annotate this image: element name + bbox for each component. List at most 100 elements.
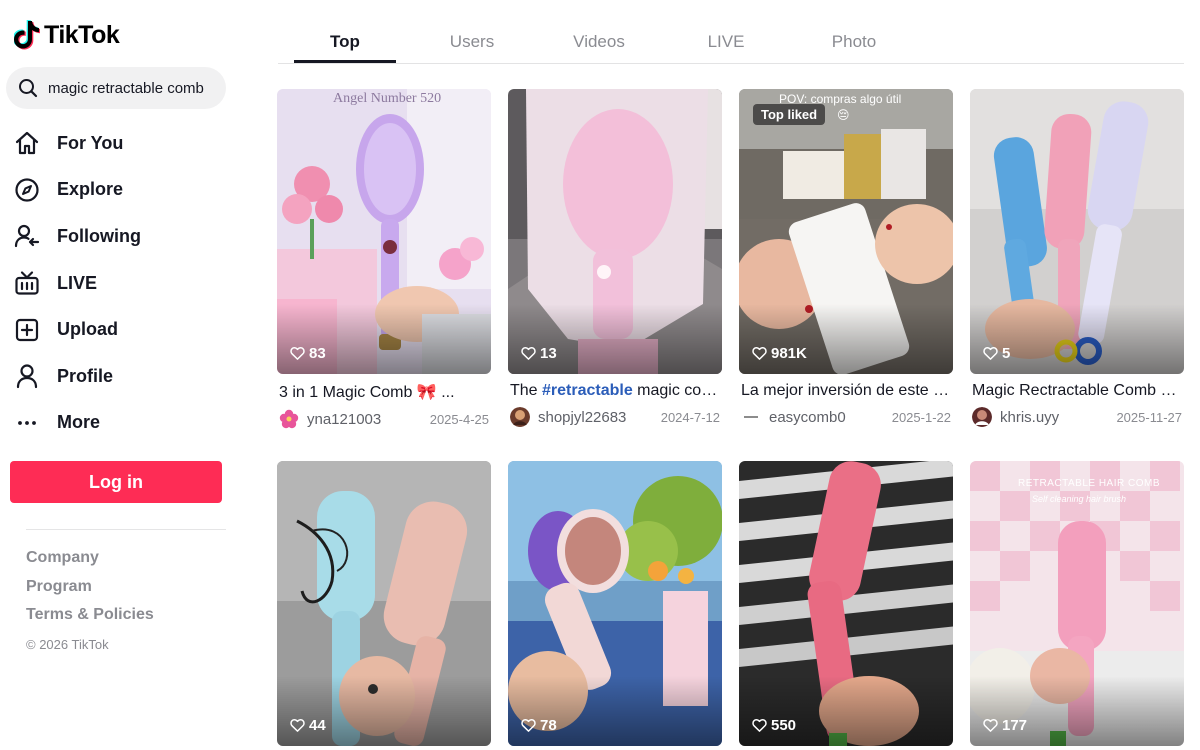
search-result-tabs: Top Users Videos LIVE Photo — [278, 0, 1184, 64]
like-count: 5 — [983, 345, 1010, 362]
heart-icon — [521, 719, 536, 732]
thumbnail-gradient — [277, 304, 491, 374]
tab-top[interactable]: Top — [330, 32, 360, 52]
nav-label: More — [57, 412, 101, 433]
nav-item-live[interactable]: LIVE — [14, 260, 234, 307]
heart-icon — [752, 719, 767, 732]
video-thumbnail[interactable]: 550 — [739, 461, 953, 746]
profile-icon — [14, 363, 40, 389]
video-card[interactable]: 78 — [508, 461, 722, 746]
author-avatar[interactable] — [741, 407, 761, 427]
video-caption[interactable]: La mejor inversión de este año... — [739, 382, 951, 400]
tab-videos[interactable]: Videos — [573, 32, 625, 52]
video-card[interactable]: 44 — [277, 461, 491, 746]
video-card[interactable]: Angel Number 520 83 3 in 1 Magic Comb 🎀 … — [277, 89, 491, 429]
video-caption[interactable]: 3 in 1 Magic Comb 🎀 ... — [277, 382, 489, 402]
caption-hashtag[interactable]: #retractable — [542, 382, 633, 399]
author-avatar[interactable] — [279, 409, 299, 429]
post-date: 2025-1-22 — [891, 409, 951, 425]
author-name[interactable]: khris.uyy — [1000, 409, 1059, 426]
video-thumbnail[interactable]: 13 — [508, 89, 722, 374]
heart-icon — [752, 347, 767, 360]
video-card[interactable]: 5 Magic Rectractable Comb Fo... khris.uy… — [970, 89, 1184, 427]
login-button[interactable]: Log in — [10, 461, 222, 503]
footer-link-terms[interactable]: Terms & Policies — [26, 604, 154, 633]
video-meta: easycomb0 2025-1-22 — [739, 407, 953, 427]
nav-label: Upload — [57, 319, 118, 340]
search-box[interactable] — [6, 67, 226, 109]
search-input[interactable] — [48, 79, 223, 97]
tiktok-wordmark: TikTok — [44, 20, 120, 49]
sidebar-divider — [26, 529, 226, 530]
video-overlay-text: RETRACTABLE HAIR COMB — [1018, 478, 1160, 489]
thumbnail-gradient — [277, 676, 491, 746]
nav-label: For You — [57, 132, 124, 153]
heart-icon — [983, 719, 998, 732]
nav-item-profile[interactable]: Profile — [14, 353, 234, 400]
tab-photo[interactable]: Photo — [832, 32, 876, 52]
video-thumbnail[interactable]: Angel Number 520 83 — [277, 89, 491, 374]
author-name[interactable]: easycomb0 — [769, 409, 846, 426]
post-date: 2024-7-12 — [660, 409, 720, 425]
sidebar: TikTok For You Explore Following — [0, 0, 240, 750]
caption-text: The — [510, 382, 543, 399]
video-meta: khris.uyy 2025-11-27 — [970, 407, 1184, 427]
like-count: 177 — [983, 717, 1027, 734]
nav-item-following[interactable]: Following — [14, 213, 234, 260]
author-name[interactable]: shopjyl22683 — [538, 409, 626, 426]
top-liked-badge: Top liked — [753, 104, 826, 125]
nav-label: Following — [57, 225, 141, 246]
nav-item-explore[interactable]: Explore — [14, 167, 234, 214]
video-thumbnail[interactable]: Top liked POV: compras algo útil 😔 981K — [739, 89, 953, 374]
like-count: 83 — [290, 345, 326, 362]
tiktok-logo[interactable]: TikTok — [14, 20, 120, 50]
like-count-value: 44 — [309, 717, 326, 734]
video-card[interactable]: RETRACTABLE HAIR COMB Self cleaning hair… — [970, 461, 1184, 746]
nav-label: Explore — [57, 179, 124, 200]
like-count: 44 — [290, 717, 326, 734]
like-count-value: 981K — [771, 345, 807, 362]
post-date: 2025-11-27 — [1116, 409, 1182, 425]
thumbnail-gradient — [508, 304, 722, 374]
video-caption[interactable]: Magic Rectractable Comb Fo... — [970, 382, 1182, 400]
footer-link-company[interactable]: Company — [26, 547, 154, 576]
more-icon — [14, 410, 40, 436]
tiktok-logo-icon — [14, 20, 40, 50]
video-thumbnail[interactable]: 5 — [970, 89, 1184, 374]
footer-link-program[interactable]: Program — [26, 576, 154, 605]
thumbnail-gradient — [508, 676, 722, 746]
video-thumbnail[interactable]: 78 — [508, 461, 722, 746]
nav-item-more[interactable]: More — [14, 400, 234, 447]
tab-users[interactable]: Users — [450, 32, 494, 52]
video-card[interactable]: 550 — [739, 461, 953, 746]
video-overlay-text: POV: compras algo útil — [779, 92, 902, 106]
copyright-text: © 2026 TikTok — [26, 636, 109, 652]
video-thumbnail[interactable]: RETRACTABLE HAIR COMB Self cleaning hair… — [970, 461, 1184, 746]
like-count-value: 177 — [1002, 717, 1028, 734]
video-card[interactable]: Top liked POV: compras algo útil 😔 981K … — [739, 89, 953, 427]
live-tv-icon — [14, 270, 40, 296]
caption-text: magic comb... — [637, 382, 720, 399]
like-count-value: 13 — [540, 345, 557, 362]
nav-label: Profile — [57, 365, 114, 386]
thumbnail-gradient — [739, 304, 953, 374]
video-card[interactable]: 13 The #retractable magic comb... shopjy… — [508, 89, 722, 427]
like-count: 78 — [521, 717, 557, 734]
author-name[interactable]: yna121003 — [307, 411, 381, 428]
author-avatar[interactable] — [510, 407, 530, 427]
active-tab-indicator — [294, 60, 396, 63]
video-meta: shopjyl22683 2024-7-12 — [508, 407, 722, 427]
author-avatar[interactable] — [972, 407, 992, 427]
nav-item-upload[interactable]: Upload — [14, 306, 234, 353]
like-count: 13 — [521, 345, 557, 362]
heart-icon — [290, 719, 305, 732]
nav-item-for-you[interactable]: For You — [14, 120, 234, 167]
like-count-value: 83 — [309, 345, 326, 362]
thumbnail-gradient — [970, 304, 1184, 374]
video-caption[interactable]: The #retractable magic comb... — [508, 382, 720, 400]
tab-live[interactable]: LIVE — [708, 32, 745, 52]
sidebar-footer: Company Program Terms & Policies © 2026 … — [26, 547, 154, 652]
video-thumbnail[interactable]: 44 — [277, 461, 491, 746]
nav-label: LIVE — [57, 272, 98, 293]
video-overlay-emoji: 😔 — [837, 108, 850, 122]
